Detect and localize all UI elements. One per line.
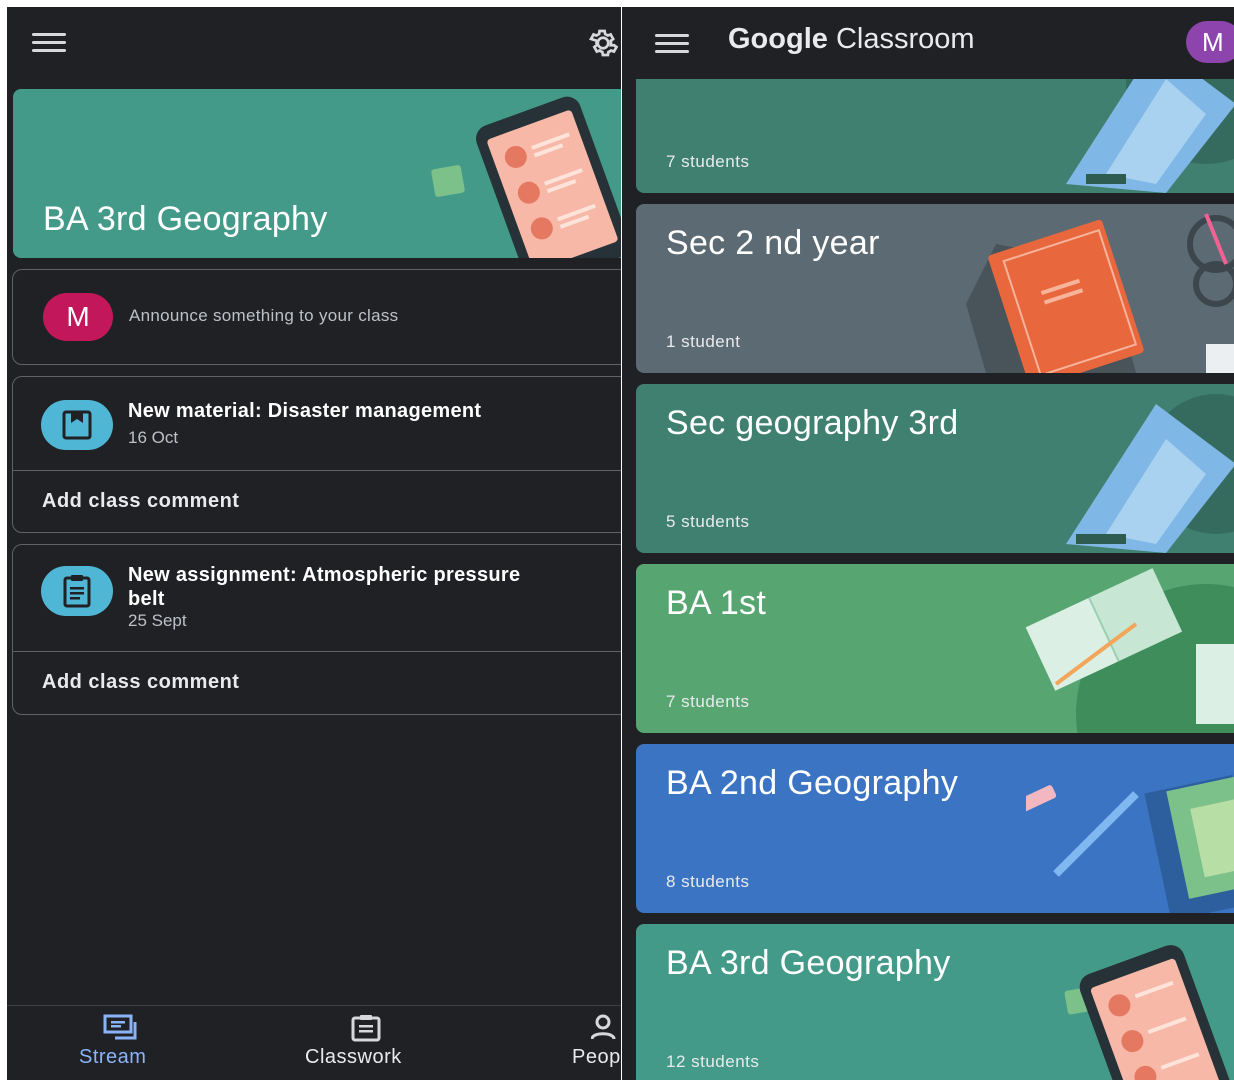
menu-icon[interactable] [655, 34, 689, 54]
class-stream-screen: BA 3rd Geography M Announce something to… [7, 7, 621, 1080]
phone-illustration [1064, 945, 1234, 1080]
class-card[interactable]: BA 2nd Geography 8 students [636, 744, 1234, 913]
open-book-illustration [1025, 568, 1234, 733]
post-title[interactable]: New assignment: Atmospheric pressure bel… [128, 563, 528, 611]
class-banner: BA 3rd Geography [13, 89, 621, 258]
brand-google: Google [728, 23, 828, 55]
student-count: 7 students [666, 152, 750, 171]
material-icon [41, 400, 113, 450]
bottom-navigation: Stream Classwork People [7, 1005, 621, 1080]
assignment-icon [41, 566, 113, 616]
announce-placeholder[interactable]: Announce something to your class [129, 306, 398, 326]
class-card[interactable]: Sec 2 nd year 1 student [636, 204, 1234, 373]
pen-and-books-illustration [1026, 774, 1234, 913]
student-count: 12 students [666, 1052, 760, 1071]
settings-gear-icon[interactable] [585, 25, 621, 61]
student-count: 8 students [666, 872, 750, 891]
add-class-comment-button[interactable]: Add class comment [42, 671, 239, 694]
classes-home-screen: Google Classroom M 7 students Sec 2 nd y… [622, 7, 1234, 1080]
top-app-bar: Google Classroom M [622, 7, 1234, 79]
post-date: 16 Oct [128, 428, 179, 447]
class-card[interactable]: Sec geography 3rd 5 students [636, 384, 1234, 553]
class-title: Sec geography 3rd [666, 404, 959, 442]
post-card-material: New material: Disaster management 16 Oct… [12, 376, 621, 533]
class-title: Sec 2 nd year [666, 224, 880, 262]
menu-icon[interactable] [32, 33, 66, 53]
classwork-icon[interactable] [350, 1014, 382, 1047]
notebook-illustration [966, 213, 1234, 373]
post-date: 25 Sept [128, 611, 187, 630]
student-count: 5 students [666, 512, 750, 531]
account-avatar[interactable]: M [1186, 21, 1234, 63]
class-title: BA 1st [666, 584, 767, 622]
people-icon[interactable] [590, 1014, 621, 1047]
class-card[interactable]: BA 1st 7 students [636, 564, 1234, 733]
stream-icon[interactable] [103, 1014, 141, 1047]
top-app-bar [7, 7, 621, 79]
app-title: Google Classroom [728, 23, 975, 56]
announce-card[interactable]: M Announce something to your class [12, 269, 621, 365]
class-title: BA 3rd Geography [666, 944, 951, 982]
post-card-assignment: New assignment: Atmospheric pressure bel… [12, 544, 621, 715]
class-title: BA 2nd Geography [666, 764, 959, 802]
phone-illustration [431, 96, 621, 258]
divider [13, 651, 621, 652]
nav-stream-label[interactable]: Stream [79, 1046, 146, 1069]
nav-people-label[interactable]: People [572, 1046, 621, 1069]
student-count: 7 students [666, 692, 750, 711]
student-count: 1 student [666, 332, 741, 351]
divider [13, 470, 621, 471]
post-title[interactable]: New material: Disaster management [128, 399, 481, 423]
globe-illustration [1066, 394, 1234, 553]
nav-classwork-label[interactable]: Classwork [305, 1046, 402, 1069]
class-card[interactable]: BA 3rd Geography 12 students [636, 924, 1234, 1080]
add-class-comment-button[interactable]: Add class comment [42, 490, 239, 513]
class-title: BA 3rd Geography [43, 200, 328, 238]
brand-product: Classroom [835, 23, 975, 55]
avatar: M [43, 293, 113, 341]
